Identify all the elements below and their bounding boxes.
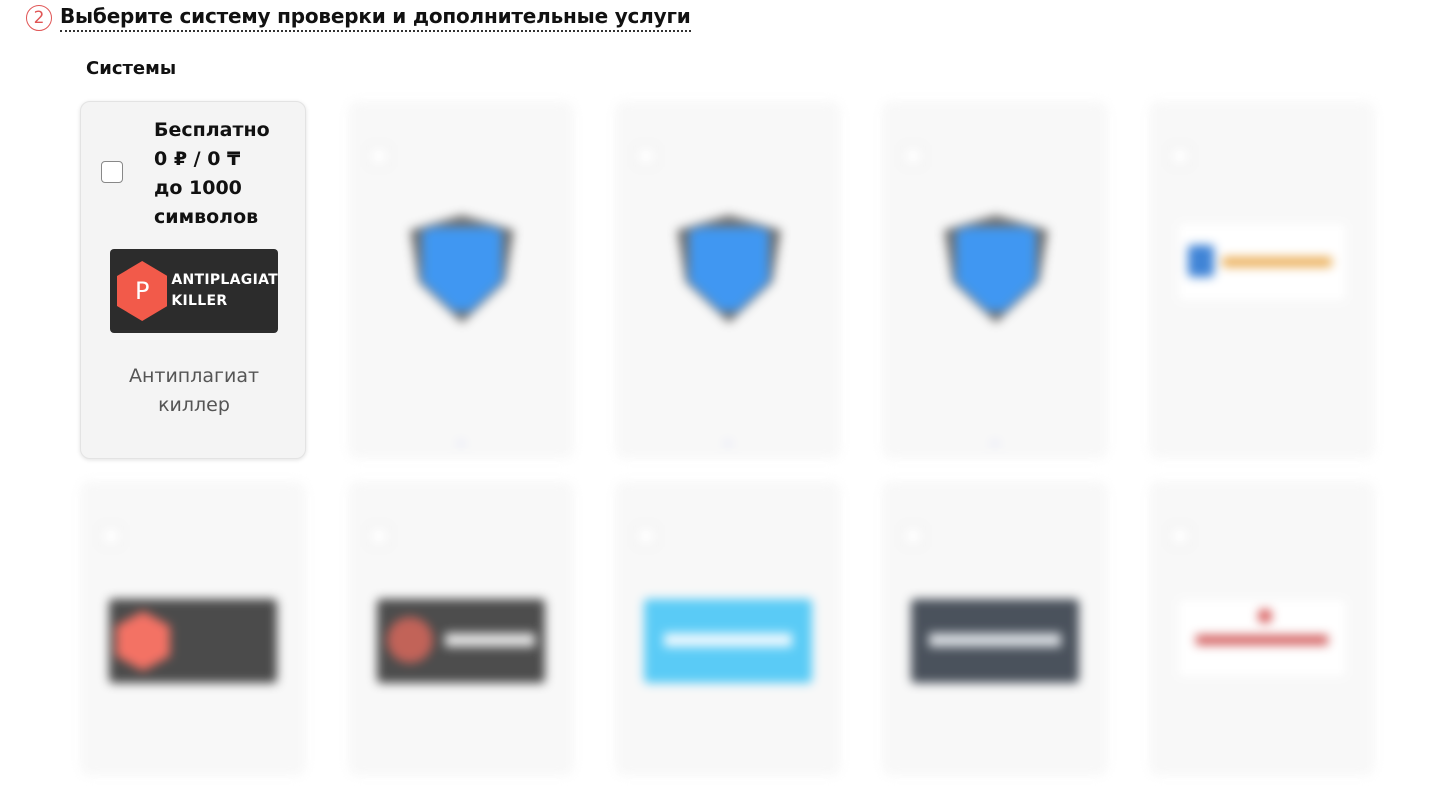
card-price: Бесплатно 0 ₽ / 0 ₸ до 1000 символов — [154, 116, 270, 232]
logo-wordmark — [1196, 635, 1328, 645]
system-card-blurred[interactable] — [1149, 481, 1375, 776]
logo-wordmark — [664, 633, 792, 647]
section-label-systems: Системы — [86, 58, 177, 79]
antiplagiat-killer-logo — [109, 599, 277, 683]
system-logo — [1178, 223, 1346, 301]
logo-text-line1: ANTIPLAGIAT — [171, 272, 278, 288]
step-header: 2 Выберите систему проверки и дополнител… — [26, 4, 691, 32]
system-card-blurred[interactable] — [882, 481, 1108, 776]
price-value: 0 ₽ / 0 ₸ — [154, 148, 241, 170]
example-link[interactable] — [615, 427, 841, 446]
logo-wordmark — [1222, 257, 1332, 267]
logo-circle-icon — [387, 617, 433, 663]
logo-hex-icon — [116, 611, 170, 671]
system-card-antiplagiat-killer[interactable]: Бесплатно 0 ₽ / 0 ₸ до 1000 символов P A… — [80, 101, 306, 459]
logo-dot-icon — [1258, 609, 1272, 623]
system-checkbox[interactable] — [902, 525, 924, 547]
system-checkbox[interactable] — [368, 525, 390, 547]
system-card-blurred[interactable] — [615, 481, 841, 776]
logo-wordmark — [445, 633, 535, 647]
step-number-badge: 2 — [26, 5, 52, 31]
system-name: Антиплагиат киллер — [101, 362, 287, 420]
antiplagiat-killer-logo: P ANTIPLAGIAT KILLER — [110, 249, 278, 333]
system-logo — [644, 599, 812, 683]
system-card-blurred[interactable] — [80, 481, 306, 776]
system-checkbox[interactable] — [1169, 525, 1191, 547]
system-logo — [377, 599, 545, 683]
system-checkbox[interactable] — [101, 161, 123, 183]
logo-hex-icon: P — [117, 261, 168, 321]
system-checkbox[interactable] — [635, 145, 657, 167]
system-logo — [1178, 599, 1346, 677]
system-checkbox[interactable] — [100, 525, 122, 547]
shield-icon — [948, 219, 1044, 319]
system-card-blurred[interactable] — [348, 481, 574, 776]
system-logo — [911, 599, 1079, 683]
system-card-blurred[interactable] — [348, 101, 574, 459]
example-link[interactable] — [882, 427, 1108, 446]
logo-wordmark — [929, 633, 1061, 647]
system-checkbox[interactable] — [635, 525, 657, 547]
logo-wordmark: ANTIPLAGIAT KILLER — [171, 270, 278, 312]
system-card-blurred[interactable] — [615, 101, 841, 459]
shield-icon — [1188, 245, 1214, 277]
step-title: Выберите систему проверки и дополнительн… — [60, 4, 691, 32]
system-card-blurred[interactable] — [882, 101, 1108, 459]
system-name-line2: киллер — [158, 394, 230, 416]
system-name-line1: Антиплагиат — [128, 365, 260, 387]
example-link[interactable] — [348, 427, 574, 446]
price-limit: до 1000 — [154, 177, 242, 199]
price-free-label: Бесплатно — [154, 119, 270, 141]
price-limit-unit: символов — [154, 206, 259, 228]
shield-icon — [681, 219, 777, 319]
system-checkbox[interactable] — [902, 145, 924, 167]
system-checkbox[interactable] — [368, 145, 390, 167]
shield-icon — [414, 219, 510, 319]
logo-text-line2: KILLER — [171, 293, 228, 309]
system-card-blurred[interactable] — [1149, 101, 1375, 459]
system-checkbox[interactable] — [1169, 145, 1191, 167]
